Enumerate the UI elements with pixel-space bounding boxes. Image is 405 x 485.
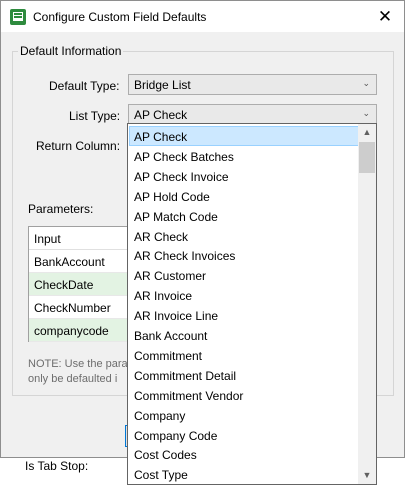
dropdown-item[interactable]: Commitment Detail <box>129 365 360 385</box>
chevron-down-icon: ⌄ <box>362 108 370 118</box>
dropdown-item[interactable]: AR Invoice Line <box>129 305 360 325</box>
scroll-up-icon[interactable]: ▲ <box>358 124 376 141</box>
dropdown-item[interactable]: Cost Codes <box>129 444 360 464</box>
dropdown-item[interactable]: AR Check Invoices <box>129 245 360 265</box>
parameters-label: Parameters: <box>28 202 94 216</box>
dropdown-item[interactable]: AR Invoice <box>129 285 360 305</box>
return-column-label: Return Column: <box>36 139 121 153</box>
table-row[interactable]: CheckNumber <box>29 296 137 319</box>
form-app-icon <box>10 9 26 25</box>
dropdown-item[interactable]: AP Check Batches <box>129 146 360 166</box>
table-row[interactable]: CheckDate <box>29 273 137 296</box>
note-text: NOTE: Use the para only be defaulted i <box>28 357 128 387</box>
default-type-label: Default Type: <box>49 79 120 93</box>
dropdown-item[interactable]: AP Match Code <box>129 206 360 226</box>
parameters-column-header: Input <box>29 227 137 250</box>
tab-stop-label: Is Tab Stop: <box>25 459 89 473</box>
table-row[interactable]: BankAccount <box>29 250 137 273</box>
list-type-label: List Type: <box>69 109 121 123</box>
parameters-grid[interactable]: Input BankAccount CheckDate CheckNumber … <box>28 226 138 342</box>
list-type-dropdown[interactable]: AP Check AP Check Batches AP Check Invoice… <box>127 123 377 485</box>
dropdown-item[interactable]: AP Check Invoice <box>129 166 360 186</box>
group-title: Default Information <box>18 44 124 58</box>
scrollbar-thumb[interactable] <box>359 142 375 173</box>
dropdown-item[interactable]: Cost Type <box>129 464 360 484</box>
close-icon[interactable]: ✕ <box>366 1 404 32</box>
dropdown-item[interactable]: Company Code <box>129 425 360 445</box>
chevron-down-icon: ⌄ <box>362 78 370 88</box>
window-title: Configure Custom Field Defaults <box>33 10 207 24</box>
default-type-combo[interactable]: Bridge List ⌄ <box>128 74 377 95</box>
title-bar: Configure Custom Field Defaults ✕ <box>1 1 404 32</box>
dropdown-item[interactable]: AP Check <box>129 126 360 146</box>
dropdown-item[interactable]: Bank Account <box>129 325 360 345</box>
dropdown-item[interactable]: AR Check <box>129 226 360 246</box>
note-line: only be defaulted i <box>28 373 118 385</box>
default-type-value: Bridge List <box>134 78 191 92</box>
dropdown-item[interactable]: Commitment Vendor <box>129 385 360 405</box>
dropdown-item[interactable]: Company <box>129 405 360 425</box>
dropdown-item[interactable]: Commitment <box>129 345 360 365</box>
dropdown-item[interactable]: AR Customer <box>129 265 360 285</box>
list-type-value: AP Check <box>134 108 188 122</box>
table-row[interactable]: companycode <box>29 319 137 342</box>
scroll-down-icon[interactable]: ▼ <box>358 467 376 484</box>
dropdown-scrollbar[interactable]: ▲ ▼ <box>358 124 376 484</box>
dropdown-item[interactable]: AP Hold Code <box>129 186 360 206</box>
list-type-combo[interactable]: AP Check ⌄ <box>128 104 377 125</box>
note-line: NOTE: Use the para <box>28 358 128 370</box>
